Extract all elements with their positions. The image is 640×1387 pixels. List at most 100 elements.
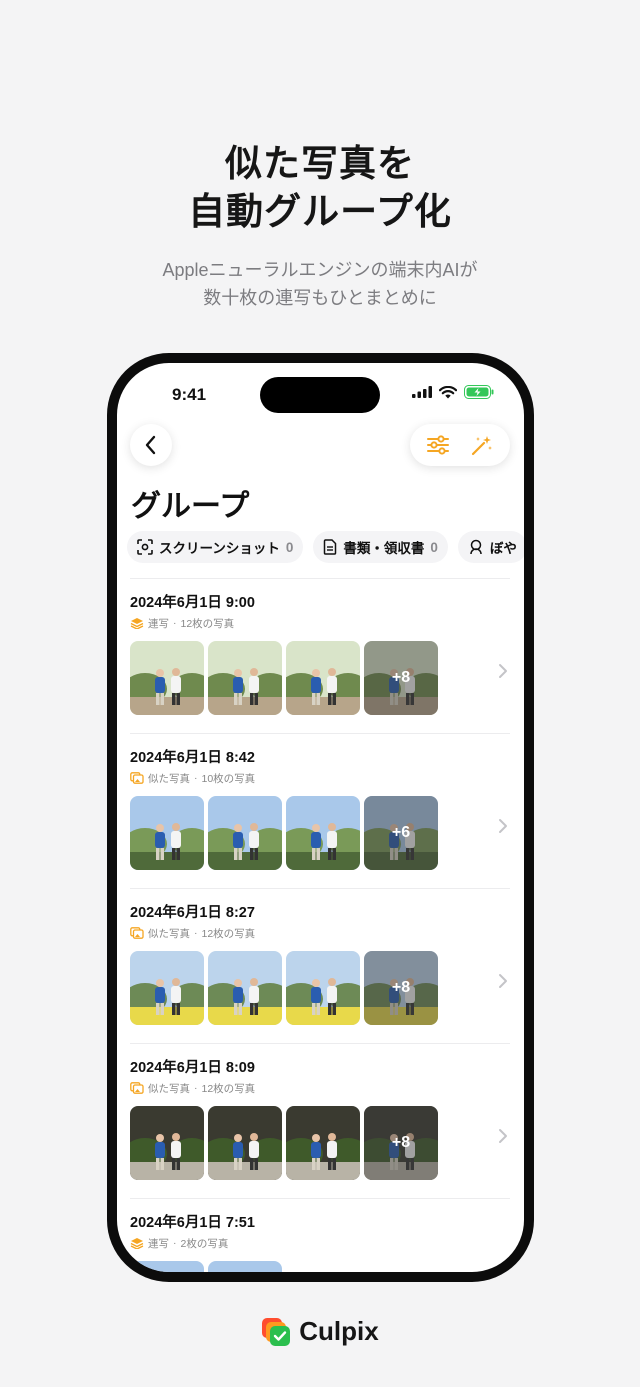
- photo-image: [286, 641, 360, 715]
- blur-icon: [470, 539, 482, 555]
- group-kind: 似た写真: [148, 772, 190, 785]
- thumbnail-strip: +8: [130, 641, 510, 715]
- signal-icon: [412, 386, 432, 398]
- photo-image: [286, 951, 360, 1025]
- group-row[interactable]: 2024年6月1日 9:00 連写 · 12枚の写真 +8: [130, 593, 510, 734]
- separator-dot: ·: [173, 617, 177, 629]
- photo-image: [286, 1106, 360, 1180]
- group-row[interactable]: 2024年6月1日 7:51 連写 · 2枚の写真: [130, 1213, 510, 1272]
- status-icons: [412, 385, 494, 399]
- photo-thumbnail[interactable]: [286, 796, 360, 870]
- photo-image: [130, 951, 204, 1025]
- photo-thumbnail[interactable]: +8: [364, 1106, 438, 1180]
- similar-icon: [130, 772, 144, 784]
- magic-wand-icon: [471, 436, 492, 456]
- group-divider: [130, 1043, 510, 1044]
- photo-image: [208, 951, 282, 1025]
- thumbnail-strip: [130, 1261, 510, 1272]
- group-count: 2枚の写真: [180, 1237, 229, 1250]
- group-kind: 似た写真: [148, 927, 190, 940]
- photo-thumbnail[interactable]: [208, 1261, 282, 1272]
- photo-thumbnail[interactable]: [286, 951, 360, 1025]
- group-date: 2024年6月1日 8:42: [130, 750, 255, 766]
- photo-image: [286, 796, 360, 870]
- chip-documents[interactable]: 書類・領収書 0: [313, 531, 448, 563]
- photo-thumbnail[interactable]: [208, 951, 282, 1025]
- photo-thumbnail[interactable]: +8: [364, 641, 438, 715]
- chevron-right-icon: [499, 1129, 507, 1143]
- group-count: 12枚の写真: [201, 1082, 256, 1095]
- group-date: 2024年6月1日 8:09: [130, 1060, 255, 1076]
- group-count: 12枚の写真: [180, 617, 235, 630]
- more-photos-count: +8: [364, 951, 438, 1025]
- battery-icon: [464, 385, 494, 399]
- photo-image: [130, 796, 204, 870]
- photo-thumbnail[interactable]: [130, 1261, 204, 1272]
- wifi-icon: [439, 385, 457, 398]
- group-divider: [130, 733, 510, 734]
- more-photos-count: +6: [364, 796, 438, 870]
- back-button[interactable]: [130, 424, 172, 466]
- photo-image: [208, 1106, 282, 1180]
- chip-screenshot[interactable]: スクリーンショット 0: [127, 531, 304, 563]
- toolbar-buttons: [410, 424, 510, 466]
- group-date: 2024年6月1日 7:51: [130, 1215, 255, 1231]
- thumbnail-strip: +8: [130, 951, 510, 1025]
- photo-thumbnail[interactable]: [130, 641, 204, 715]
- group-row[interactable]: 2024年6月1日 8:27 似た写真 · 12枚の写真 +8: [130, 903, 510, 1044]
- photo-image: [208, 641, 282, 715]
- subline-line-2: 数十枚の連写もひとまとめに: [203, 288, 437, 308]
- group-divider: [130, 888, 510, 889]
- photo-thumbnail[interactable]: +6: [364, 796, 438, 870]
- subline: Appleニューラルエンジンの端末内AIが 数十枚の連写もひとまとめに: [0, 256, 640, 312]
- chip-documents-label: 書類・領収書: [343, 541, 425, 556]
- screenshot-icon: [137, 539, 153, 555]
- separator-dot: ·: [194, 1082, 198, 1094]
- similar-icon: [130, 927, 144, 939]
- filter-button[interactable]: [418, 425, 458, 465]
- group-kind: 連写: [148, 1237, 169, 1250]
- section-divider: [130, 578, 510, 579]
- chip-screenshot-count: 0: [285, 539, 294, 555]
- photo-thumbnail[interactable]: [130, 951, 204, 1025]
- group-date: 2024年6月1日 8:27: [130, 905, 255, 921]
- phone-frame: 9:41 グループ スクリーンショット 0 書類・領収書 0 ぼや 2024年6…: [107, 353, 534, 1282]
- brand-name: Culpix: [299, 1316, 379, 1346]
- photo-thumbnail[interactable]: [208, 796, 282, 870]
- photo-thumbnail[interactable]: [286, 641, 360, 715]
- burst-icon: [130, 618, 144, 629]
- chevron-right-icon: [499, 974, 507, 988]
- group-meta: 似た写真 · 12枚の写真: [130, 925, 510, 941]
- group-row[interactable]: 2024年6月1日 8:42 似た写真 · 10枚の写真 +6: [130, 748, 510, 889]
- subline-line-1: Appleニューラルエンジンの端末内AIが: [162, 260, 478, 280]
- group-count: 10枚の写真: [201, 772, 256, 785]
- headline-line-1: 似た写真を: [225, 143, 415, 184]
- chevron-left-icon: [145, 435, 156, 455]
- photo-thumbnail[interactable]: [286, 1106, 360, 1180]
- group-meta: 似た写真 · 12枚の写真: [130, 1080, 510, 1096]
- group-divider: [130, 1198, 510, 1199]
- chip-blur[interactable]: ぼや: [457, 531, 524, 563]
- chevron-right-icon: [499, 819, 507, 833]
- photo-thumbnail[interactable]: [208, 641, 282, 715]
- group-row[interactable]: 2024年6月1日 8:09 似た写真 · 12枚の写真 +8: [130, 1058, 510, 1199]
- chevron-right-icon: [499, 664, 507, 678]
- group-count: 12枚の写真: [201, 927, 256, 940]
- chip-screenshot-label: スクリーンショット: [159, 541, 280, 556]
- photo-thumbnail[interactable]: [130, 1106, 204, 1180]
- photo-image: [130, 641, 204, 715]
- magic-button[interactable]: [462, 425, 502, 465]
- photo-thumbnail[interactable]: +8: [364, 951, 438, 1025]
- photo-thumbnail[interactable]: [208, 1106, 282, 1180]
- more-photos-count: +8: [364, 641, 438, 715]
- group-meta: 連写 · 2枚の写真: [130, 1235, 510, 1251]
- group-date: 2024年6月1日 9:00: [130, 595, 255, 611]
- phone-screen: 9:41 グループ スクリーンショット 0 書類・領収書 0 ぼや 2024年6…: [117, 363, 524, 1272]
- photo-image: [130, 1106, 204, 1180]
- photo-thumbnail[interactable]: [130, 796, 204, 870]
- group-meta: 連写 · 12枚の写真: [130, 615, 510, 631]
- chip-blur-label: ぼや: [489, 541, 517, 556]
- status-time: 9:41: [172, 385, 207, 404]
- document-icon: [324, 539, 337, 555]
- burst-icon: [130, 1238, 144, 1249]
